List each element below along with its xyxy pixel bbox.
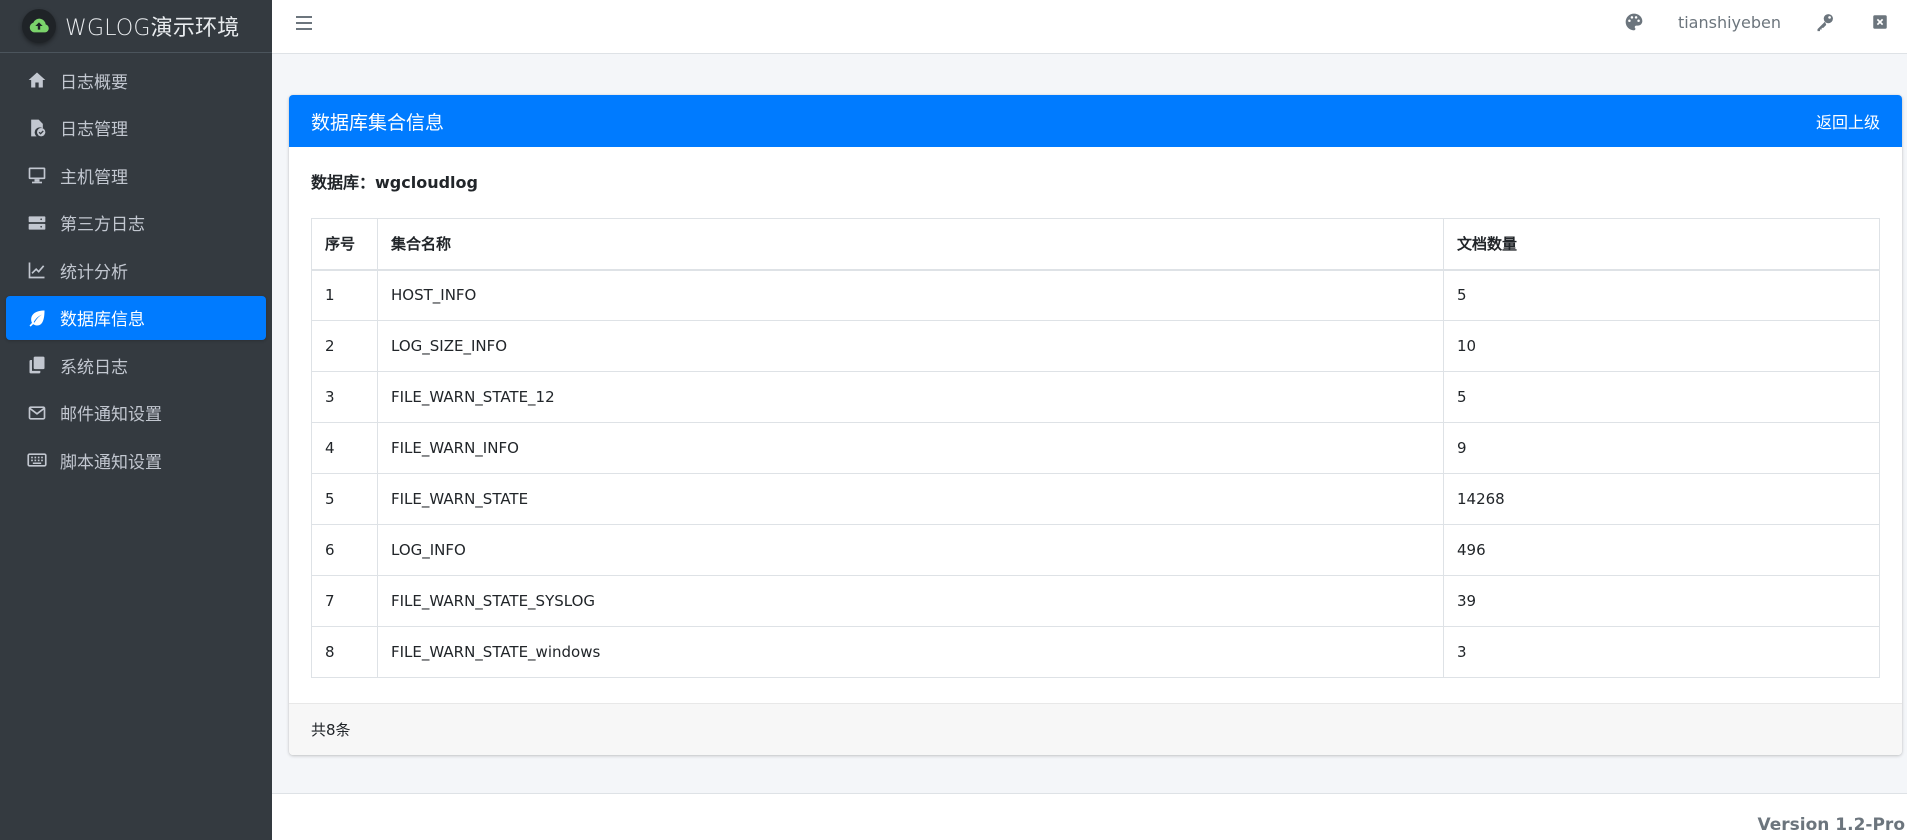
table-cell: 3	[311, 371, 378, 423]
table-cell: 496	[1443, 524, 1880, 576]
table-cell: 6	[311, 524, 378, 576]
table-cell: FILE_WARN_STATE_SYSLOG	[377, 575, 1444, 627]
keyboard-icon	[25, 450, 49, 470]
table-cell: 39	[1443, 575, 1880, 627]
leaf-icon	[25, 308, 49, 328]
table-row: 6 LOG_INFO 496	[311, 524, 1880, 576]
column-header: 集合名称	[377, 218, 1444, 271]
brand-link[interactable]: WGLOG演示环境	[0, 0, 272, 53]
sidebar-nav: 日志概要 日志管理 主机管理 第三方日志 统计分析 数据库信息 系统日志 邮件通…	[0, 53, 272, 491]
sidebar-item-overview[interactable]: 日志概要	[6, 58, 266, 102]
palette-icon[interactable]	[1624, 12, 1644, 32]
home-icon	[25, 70, 49, 90]
sidebar-item-script-notification[interactable]: 脚本通知设置	[6, 438, 266, 482]
card-footer: 共8条	[289, 703, 1902, 755]
table-cell: 5	[1443, 269, 1880, 321]
table-cell: 3	[1443, 626, 1880, 678]
sidebar-item-label: 邮件通知设置	[60, 405, 162, 425]
card-header: 数据库集合信息 返回上级	[289, 95, 1902, 147]
desktop-icon	[25, 165, 49, 185]
table-row: 7 FILE_WARN_STATE_SYSLOG 39	[311, 575, 1880, 627]
username-link[interactable]: tianshiyeben	[1678, 13, 1781, 32]
brand-title: WGLOG演示环境	[65, 16, 240, 41]
table-cell: 10	[1443, 320, 1880, 372]
table-row: 4 FILE_WARN_INFO 9	[311, 422, 1880, 474]
table-cell: 4	[311, 422, 378, 474]
table-cell: 8	[311, 626, 378, 678]
back-link[interactable]: 返回上级	[1816, 109, 1880, 133]
copy-icon	[25, 355, 49, 375]
collection-info-card: 数据库集合信息 返回上级 数据库：wgcloudlog 序号 集合名称 文档数量…	[289, 95, 1902, 755]
sidebar-item-label: 日志概要	[60, 72, 128, 93]
logout-close-icon[interactable]	[1871, 13, 1889, 31]
menu-toggle-icon[interactable]	[296, 13, 316, 33]
navbar-right: tianshiyeben	[1624, 0, 1907, 44]
sidebar-item-label: 数据库信息	[60, 310, 145, 330]
table-cell: 5	[1443, 371, 1880, 423]
column-header: 序号	[311, 218, 378, 271]
server-icon	[25, 213, 49, 233]
sidebar-item-label: 系统日志	[60, 357, 128, 378]
table-row: 2 LOG_SIZE_INFO 10	[311, 320, 1880, 372]
database-name: 数据库：wgcloudlog	[311, 173, 478, 192]
table-cell: HOST_INFO	[377, 269, 1444, 321]
sidebar-item-third-party-logs[interactable]: 第三方日志	[6, 201, 266, 245]
table-cell: FILE_WARN_STATE_12	[377, 371, 1444, 423]
table-row: 5 FILE_WARN_STATE 14268	[311, 473, 1880, 525]
column-header: 文档数量	[1443, 218, 1880, 271]
sidebar-item-label: 脚本通知设置	[60, 452, 162, 473]
table-cell: 9	[1443, 422, 1880, 474]
table-cell: LOG_INFO	[377, 524, 1444, 576]
sidebar-item-label: 统计分析	[60, 262, 128, 283]
table-header-row: 序号 集合名称 文档数量	[311, 218, 1880, 271]
key-icon[interactable]	[1815, 12, 1835, 32]
cloud-upload-logo-icon	[22, 9, 56, 43]
card-body: 数据库：wgcloudlog 序号 集合名称 文档数量 1 HOST_INFO …	[289, 147, 1902, 697]
table-cell: FILE_WARN_STATE_windows	[377, 626, 1444, 678]
table-cell: 5	[311, 473, 378, 525]
envelope-icon	[25, 403, 49, 423]
table-row: 3 FILE_WARN_STATE_12 5	[311, 371, 1880, 423]
table-cell: 1	[311, 269, 378, 321]
collections-table: 序号 集合名称 文档数量 1 HOST_INFO 5 2 LOG_SIZE_IN…	[311, 218, 1880, 678]
table-row: 8 FILE_WARN_STATE_windows 3	[311, 626, 1880, 678]
total-count: 共8条	[311, 721, 351, 739]
sidebar-item-email-notification[interactable]: 邮件通知设置	[6, 391, 266, 435]
sidebar-item-label: 日志管理	[60, 120, 128, 140]
sidebar-item-host-management[interactable]: 主机管理	[6, 153, 266, 197]
sidebar-item-database-info[interactable]: 数据库信息	[6, 295, 266, 340]
table-row: 1 HOST_INFO 5	[311, 269, 1880, 321]
sidebar-item-system-logs[interactable]: 系统日志	[6, 343, 266, 387]
page-footer: Version 1.2-Pro	[272, 793, 1907, 840]
line-chart-icon	[25, 260, 49, 280]
sidebar-item-label: 第三方日志	[60, 215, 145, 235]
table-cell: 7	[311, 575, 378, 627]
version-label: Version 1.2-Pro	[1757, 815, 1905, 835]
table-cell: LOG_SIZE_INFO	[377, 320, 1444, 372]
sidebar-item-statistics[interactable]: 统计分析	[6, 248, 266, 292]
file-check-icon	[25, 118, 49, 138]
sidebar: WGLOG演示环境 日志概要 日志管理 主机管理 第三方日志 统计分析 数据库信…	[0, 0, 272, 840]
table-cell: 14268	[1443, 473, 1880, 525]
card-title: 数据库集合信息	[311, 111, 445, 134]
table-cell: FILE_WARN_INFO	[377, 422, 1444, 474]
sidebar-item-log-management[interactable]: 日志管理	[6, 106, 266, 150]
table-cell: FILE_WARN_STATE	[377, 473, 1444, 525]
sidebar-item-label: 主机管理	[60, 167, 128, 188]
table-cell: 2	[311, 320, 378, 372]
top-navbar: tianshiyeben	[272, 0, 1907, 54]
